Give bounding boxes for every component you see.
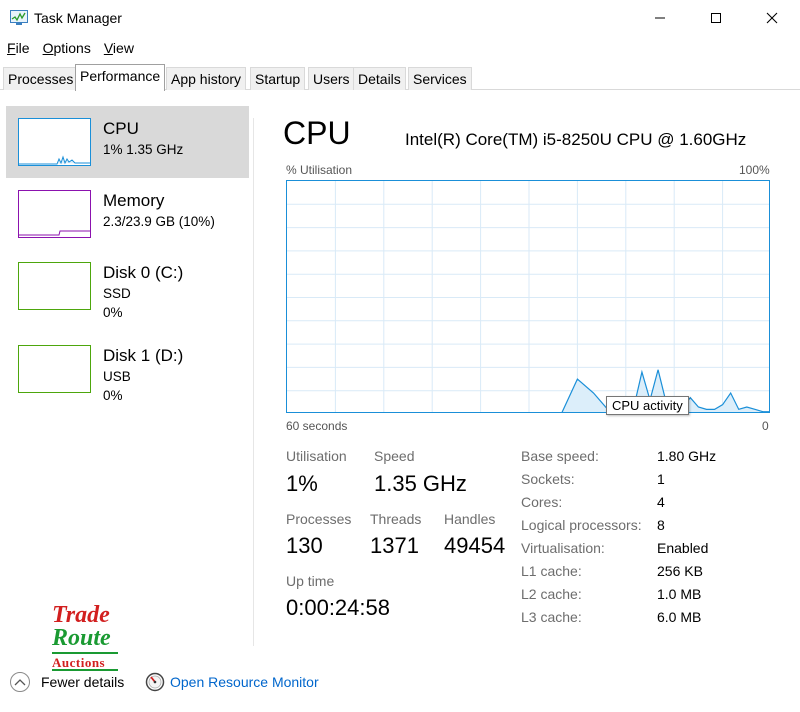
- resource-detail: USB: [103, 369, 131, 384]
- spec-value: 1.80 GHz: [657, 448, 717, 464]
- spec-label: Cores:: [521, 494, 563, 510]
- tab-app-history[interactable]: App history: [166, 67, 247, 90]
- spec-value: 4: [657, 494, 665, 510]
- resource-detail: SSD: [103, 286, 131, 301]
- logo-divider: [52, 652, 118, 654]
- spec-value: 8: [657, 517, 665, 533]
- spec-label: L1 cache:: [521, 563, 582, 579]
- disk0-thumbnail-graph: [18, 262, 91, 310]
- tab-startup[interactable]: Startup: [250, 67, 306, 90]
- spec-value: 1.0 MB: [657, 586, 702, 602]
- menu-file[interactable]: File: [0, 38, 36, 60]
- uptime-label: Up time: [286, 573, 335, 589]
- pane-divider[interactable]: [253, 118, 254, 646]
- graph-x-right-label: 0: [762, 419, 769, 433]
- tab-processes[interactable]: Processes: [3, 67, 79, 90]
- resource-name: Memory: [103, 191, 165, 210]
- threads-value: 1371: [370, 533, 419, 558]
- fewer-details-button[interactable]: [10, 672, 30, 692]
- close-button[interactable]: [744, 0, 800, 36]
- chevron-up-icon: [14, 679, 26, 686]
- graph-y-max-label: 100%: [739, 163, 770, 177]
- utilisation-label: Utilisation: [286, 448, 347, 464]
- resource-detail: 2.3/23.9 GB (10%): [103, 214, 215, 229]
- detail-title: CPU: [283, 115, 351, 151]
- utilisation-value: 1%: [286, 471, 318, 496]
- resource-usage: 0%: [103, 305, 123, 320]
- processes-value: 130: [286, 533, 323, 558]
- speed-value: 1.35 GHz: [374, 471, 467, 496]
- spec-value: Enabled: [657, 540, 709, 556]
- graph-x-left-label: 60 seconds: [286, 419, 348, 433]
- processes-label: Processes: [286, 511, 352, 527]
- fewer-details-link[interactable]: Fewer details: [41, 674, 124, 690]
- cpu-thumbnail-line: [19, 155, 90, 165]
- graph-y-label: % Utilisation: [286, 163, 353, 177]
- resource-item-memory[interactable]: Memory 2.3/23.9 GB (10%): [6, 178, 249, 250]
- resource-list: CPU 1% 1.35 GHz Memory 2.3/23.9 GB (10%)…: [0, 104, 252, 644]
- spec-label: Logical processors:: [521, 517, 642, 533]
- minimize-icon: [655, 17, 665, 19]
- tab-users[interactable]: Users: [308, 67, 355, 90]
- cpu-thumbnail-graph: [18, 118, 91, 166]
- fewer-details-text: Fewer details: [41, 674, 125, 690]
- title-bar: Task Manager: [0, 0, 800, 38]
- tab-details[interactable]: Details: [353, 67, 406, 90]
- cpu-utilisation-graph: [286, 180, 770, 413]
- resource-item-cpu[interactable]: CPU 1% 1.35 GHz: [6, 106, 249, 178]
- resource-name: Disk 1 (D:): [103, 346, 184, 365]
- spec-label: Virtualisation:: [521, 540, 605, 556]
- maximize-icon: [711, 13, 721, 23]
- task-manager-icon: [10, 10, 28, 25]
- resource-name: CPU: [103, 119, 139, 138]
- close-icon: [766, 12, 778, 24]
- spec-label: L2 cache:: [521, 586, 582, 602]
- spec-label: L3 cache:: [521, 609, 582, 625]
- spec-label: Base speed:: [521, 448, 599, 464]
- menu-options[interactable]: Options: [36, 38, 97, 60]
- minimize-button[interactable]: [632, 0, 688, 36]
- spec-value: 256 KB: [657, 563, 703, 579]
- trade-route-auctions-logo: Trade Route Auctions: [48, 602, 128, 672]
- menu-bar: File Options View: [0, 38, 140, 60]
- handles-label: Handles: [444, 511, 496, 527]
- resource-item-disk1[interactable]: Disk 1 (D:) USB 0%: [6, 333, 249, 405]
- cpu-model: Intel(R) Core(TM) i5-8250U CPU @ 1.60GHz: [405, 130, 747, 149]
- menu-view[interactable]: View: [97, 38, 140, 60]
- footer: Fewer details Open Resource Monitor: [0, 668, 800, 698]
- spec-value: 1: [657, 471, 665, 487]
- resource-detail: 1% 1.35 GHz: [103, 142, 184, 157]
- menu-accel: F: [7, 40, 16, 56]
- tab-bar: Processes Performance App history Startu…: [0, 64, 800, 91]
- open-resource-monitor-link[interactable]: Open Resource Monitor: [170, 674, 319, 690]
- cpu-graph-svg: [287, 181, 769, 412]
- uptime-value: 0:00:24:58: [286, 595, 390, 620]
- maximize-button[interactable]: [688, 0, 744, 36]
- disk1-thumbnail-graph: [18, 345, 91, 393]
- menu-accel: V: [103, 40, 113, 56]
- logo-line2: Route: [52, 625, 111, 651]
- tab-performance[interactable]: Performance: [75, 64, 166, 91]
- tab-services[interactable]: Services: [408, 67, 472, 90]
- menu-label: iew: [112, 40, 134, 56]
- resource-monitor-icon[interactable]: [145, 672, 165, 692]
- speed-label: Speed: [374, 448, 415, 464]
- menu-label: ile: [15, 40, 30, 56]
- memory-thumbnail-line: [19, 230, 90, 236]
- memory-thumbnail-graph: [18, 190, 91, 238]
- graph-tooltip: CPU activity: [606, 396, 689, 415]
- resource-name: Disk 0 (C:): [103, 263, 184, 282]
- spec-label: Sockets:: [521, 471, 575, 487]
- resource-usage: 0%: [103, 388, 123, 403]
- spec-value: 6.0 MB: [657, 609, 702, 625]
- menu-accel: O: [42, 40, 54, 56]
- handles-value: 49454: [444, 533, 506, 558]
- threads-label: Threads: [370, 511, 422, 527]
- menu-label: ptions: [53, 40, 91, 56]
- window-title: Task Manager: [34, 10, 122, 26]
- resource-item-disk0[interactable]: Disk 0 (C:) SSD 0%: [6, 250, 249, 322]
